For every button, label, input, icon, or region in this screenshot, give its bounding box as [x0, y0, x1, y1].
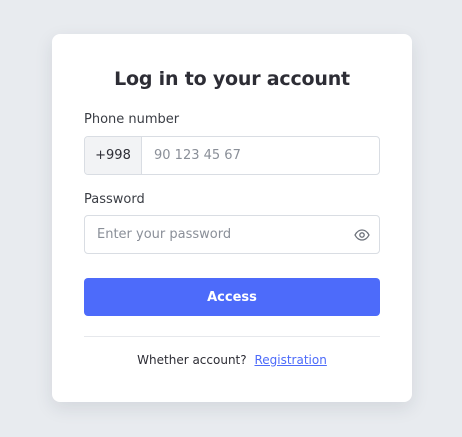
registration-prompt: Whether account? Registration	[52, 353, 412, 367]
divider	[84, 336, 380, 337]
access-button[interactable]: Access	[84, 278, 380, 316]
password-label: Password	[84, 192, 145, 207]
country-code-prefix: +998	[85, 137, 142, 174]
login-card: Log in to your account Phone number +998…	[52, 34, 412, 402]
eye-icon[interactable]	[345, 216, 379, 253]
password-input[interactable]	[85, 216, 345, 253]
registration-link[interactable]: Registration	[254, 353, 326, 367]
phone-label: Phone number	[84, 112, 180, 127]
phone-field: +998	[84, 136, 380, 175]
page-title: Log in to your account	[114, 68, 350, 90]
registration-prompt-text: Whether account?	[137, 353, 247, 367]
password-field	[84, 215, 380, 254]
phone-input[interactable]	[142, 137, 379, 174]
